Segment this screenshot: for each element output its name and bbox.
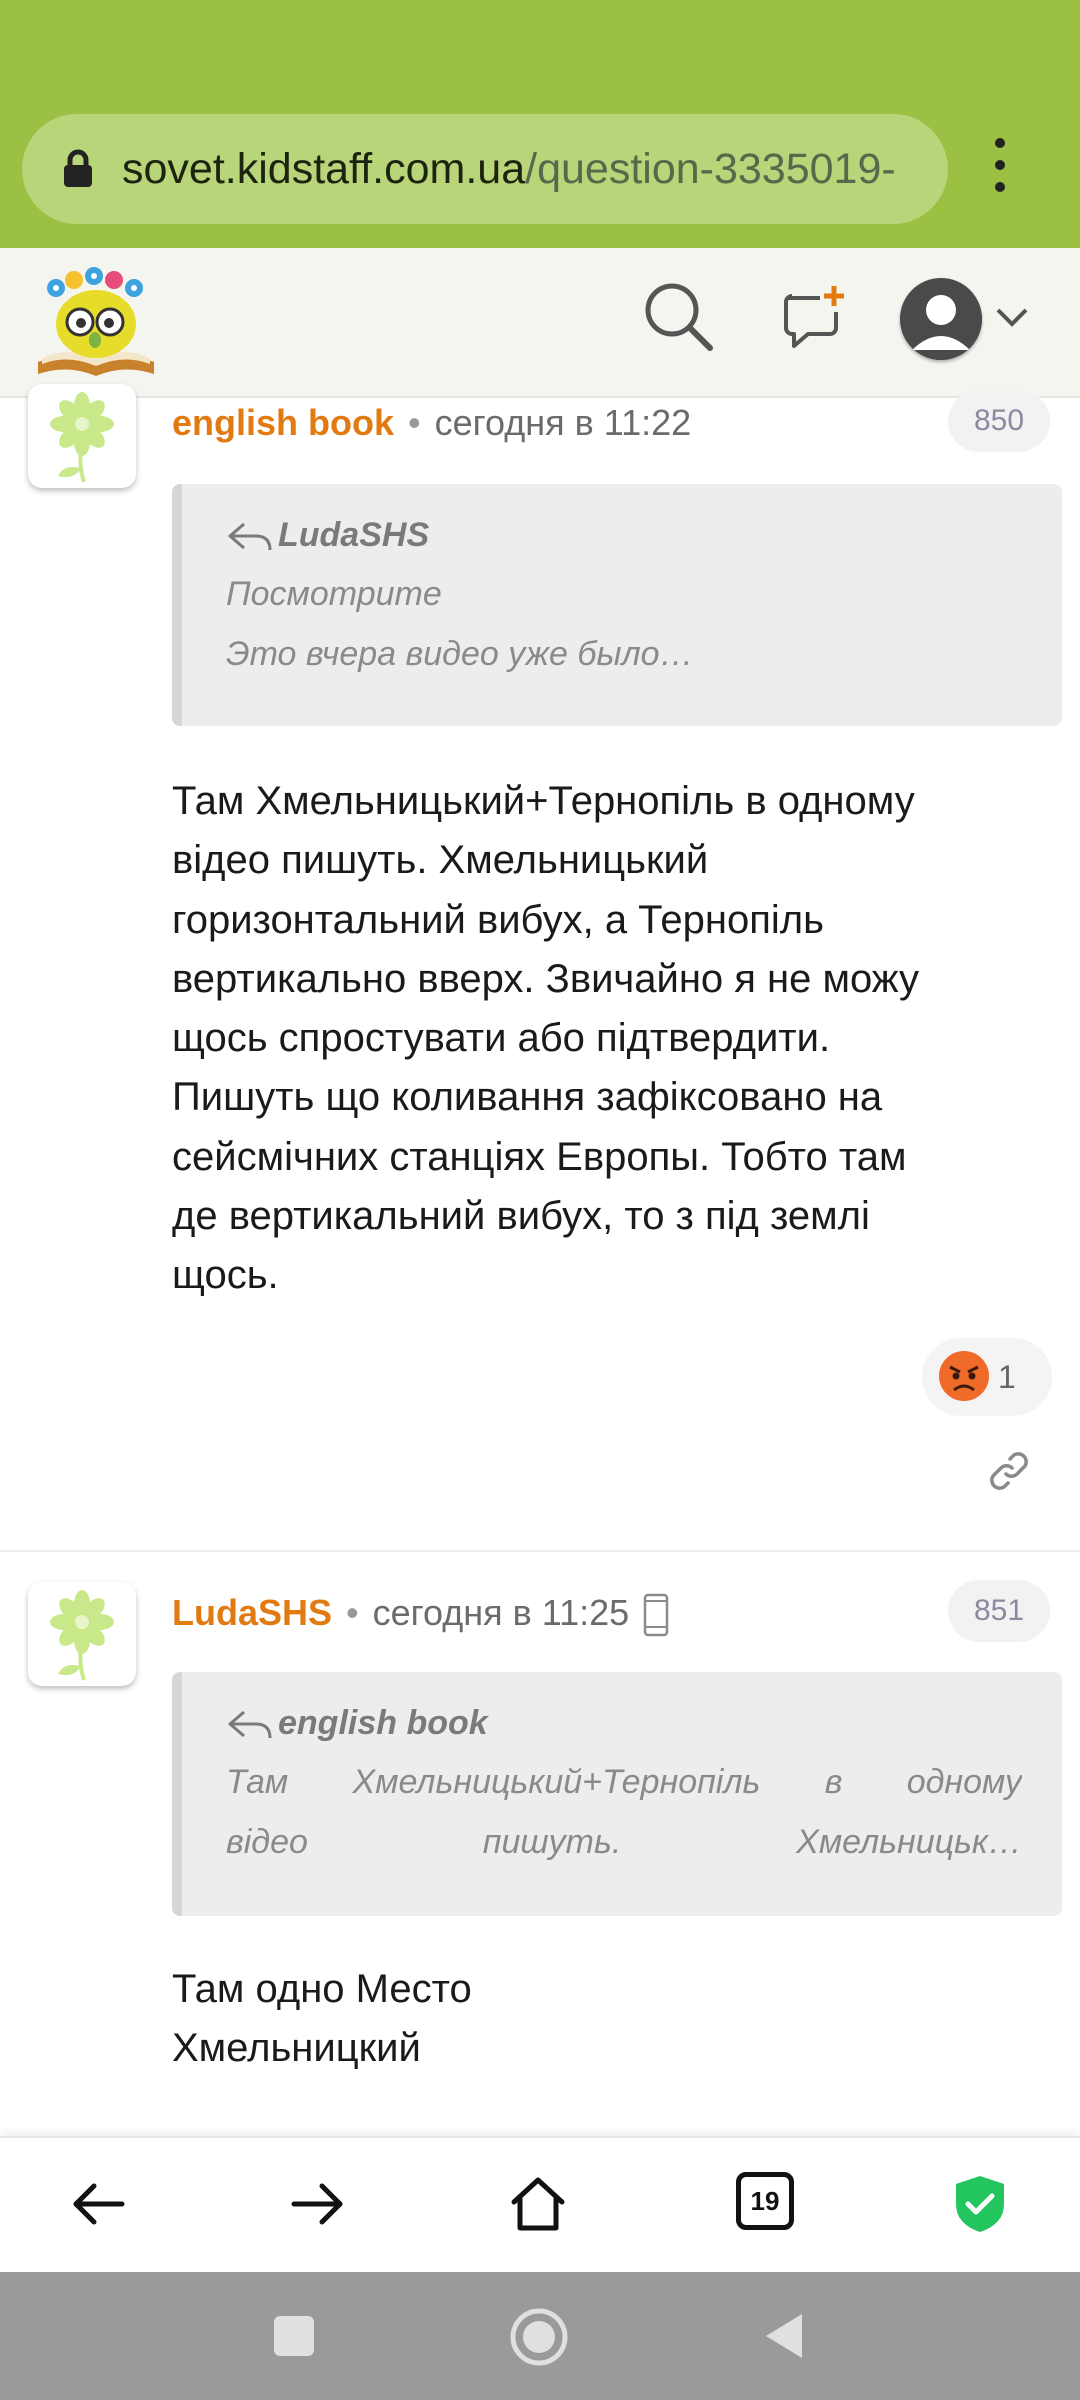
lock-icon — [64, 149, 92, 187]
flower-avatar-icon — [50, 1590, 114, 1681]
quote-word: в — [824, 1763, 843, 1801]
browser-menu-icon[interactable] — [985, 138, 1015, 200]
quote-line: відео пишуть. Хмельницьк… — [226, 1814, 1022, 1870]
url-text: sovet.kidstaff.com.ua/question-3335019- — [122, 114, 942, 224]
home-circle-icon[interactable] — [510, 2308, 568, 2366]
flower-avatar-icon — [50, 392, 114, 483]
post-avatar[interactable] — [28, 1582, 136, 1686]
quote-word: пишуть. — [482, 1823, 622, 1861]
tabs-count-button[interactable]: 19 — [736, 2172, 794, 2230]
kidstaff-logo[interactable] — [34, 266, 158, 380]
quote-word: відео — [226, 1823, 308, 1861]
post-body-line: Хмельницкий — [172, 2026, 421, 2071]
post-body-line: щось спростувати або підтвердити. — [172, 1016, 831, 1061]
quote-author-name: english book — [278, 1704, 488, 1742]
system-nav-bar — [0, 2272, 1080, 2400]
search-icon[interactable] — [640, 278, 716, 354]
reaction-count: 1 — [998, 1359, 1016, 1395]
mobile-device-icon — [643, 1594, 669, 1637]
browser-toolbar: sovet.kidstaff.com.ua/question-3335019- — [0, 0, 1080, 248]
post-body-line: вертикально вверх. Звичайно я не можу — [172, 956, 920, 1001]
quote-line: Это вчера видео уже было… — [226, 635, 694, 673]
reaction-button[interactable]: 1 — [922, 1338, 1052, 1416]
post-divider — [0, 1550, 1080, 1552]
post-meta: english book • сегодня в 11:22 — [172, 398, 691, 448]
post-body-line: горизонтальний вибух, а Тернопіль — [172, 897, 824, 942]
post-body-line: де вертикальний вибух, то з під землі — [172, 1194, 870, 1239]
quote-line: Посмотрите — [226, 575, 442, 613]
quote-block[interactable]: english book Там Хмельницький+Тернопіль … — [172, 1672, 1062, 1916]
reply-arrow-icon — [228, 522, 272, 551]
post-number-badge[interactable]: 851 — [948, 1580, 1051, 1642]
post-author[interactable]: LudaSHS — [172, 1592, 332, 1633]
url-path: /question-3335019- — [525, 145, 896, 193]
reply-arrow-icon — [228, 1710, 272, 1739]
home-icon[interactable] — [506, 2172, 570, 2236]
back-triangle-icon[interactable] — [762, 2312, 806, 2360]
site-header — [0, 248, 1080, 398]
angry-face-icon — [939, 1351, 989, 1401]
quote-word: Хмельницьк… — [796, 1823, 1022, 1861]
quote-word: Хмельницький+Тернопіль — [352, 1763, 761, 1801]
quote-word: одному — [906, 1763, 1022, 1801]
post-body-line: сейсмічних станціях Европы. Тобто там — [172, 1134, 907, 1179]
post-time: сегодня в 11:22 — [434, 402, 692, 443]
quote-block[interactable]: LudaSHS Посмотрите Это вчера видео уже б… — [172, 484, 1062, 726]
quote-author: english book — [226, 1698, 488, 1748]
meta-separator: • — [408, 402, 421, 443]
post-body-line: Пишуть що коливання зафіксовано на — [172, 1075, 883, 1120]
user-avatar-icon[interactable] — [900, 278, 982, 360]
post-number-badge[interactable]: 850 — [948, 390, 1051, 452]
quote-word: Там — [226, 1763, 289, 1801]
post-time: сегодня в 11:25 — [372, 1592, 630, 1633]
address-bar[interactable]: sovet.kidstaff.com.ua/question-3335019- — [22, 114, 948, 224]
post-body-line: Там одно Место — [172, 1967, 472, 2011]
url-host: sovet.kidstaff.com.ua — [122, 145, 526, 193]
post-body-line: Там Хмельницький+Тернопіль в одному — [172, 779, 915, 823]
back-arrow-icon[interactable] — [66, 2172, 130, 2236]
quote-author: LudaSHS — [226, 510, 429, 560]
forward-arrow-icon[interactable] — [286, 2172, 350, 2236]
post-body-line: щось. — [172, 1253, 279, 1298]
post-author[interactable]: english book — [172, 402, 394, 443]
new-message-icon[interactable] — [778, 282, 850, 354]
quote-author-name: LudaSHS — [278, 516, 430, 554]
post-body: Там одно Место Хмельницкий — [172, 1960, 1052, 2079]
chevron-down-icon[interactable] — [994, 306, 1030, 330]
link-icon[interactable] — [984, 1446, 1034, 1496]
recents-icon[interactable] — [272, 2314, 316, 2358]
post-meta: LudaSHS • сегодня в 11:25 — [172, 1588, 669, 1638]
post-body-line: відео пишуть. Хмельницький — [172, 838, 709, 883]
browser-bottom-nav: 19 — [0, 2136, 1080, 2274]
quote-line: Там Хмельницький+Тернопіль в одному — [226, 1754, 1022, 1810]
meta-separator: • — [346, 1592, 359, 1633]
post-avatar[interactable] — [28, 384, 136, 488]
post-body: Там Хмельницький+Тернопіль в одному віде… — [172, 772, 1052, 1306]
shield-icon[interactable] — [948, 2172, 1012, 2236]
